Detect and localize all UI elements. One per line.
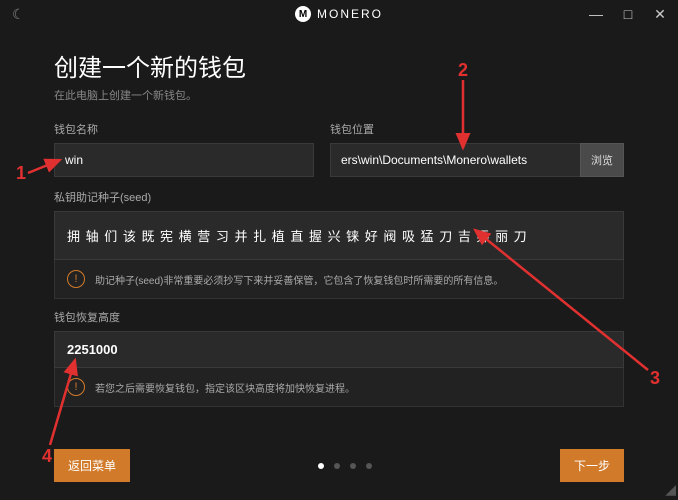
wallet-name-input[interactable]: [54, 143, 314, 177]
titlebar: ☾ M MONERO — □ ✕: [0, 0, 678, 28]
browse-button[interactable]: 浏览: [580, 143, 624, 177]
footer: 返回菜单 下一步: [54, 449, 624, 482]
seed-info-text: 助记种子(seed)非常重要必须抄写下来并妥善保管，它包含了恢复钱包时所需要的所…: [95, 272, 503, 287]
minimize-button[interactable]: —: [586, 4, 606, 24]
theme-moon-icon[interactable]: ☾: [8, 6, 25, 23]
close-button[interactable]: ✕: [650, 4, 670, 24]
next-button[interactable]: 下一步: [560, 449, 624, 482]
restore-height-info-text: 若您之后需要恢复钱包，指定该区块高度将加快恢复进程。: [95, 380, 355, 395]
warning-icon: !: [67, 270, 85, 288]
page-subtitle: 在此电脑上创建一个新钱包。: [54, 87, 624, 103]
step-dot-3[interactable]: [350, 463, 356, 469]
restore-height-info-box: ! 若您之后需要恢复钱包，指定该区块高度将加快恢复进程。: [54, 368, 624, 407]
main-content: 创建一个新的钱包 在此电脑上创建一个新钱包。 钱包名称 钱包位置 浏览 私钥助记…: [0, 28, 678, 407]
back-button[interactable]: 返回菜单: [54, 449, 130, 482]
restore-height-label: 钱包恢复高度: [54, 309, 624, 325]
step-dots: [318, 463, 372, 469]
seed-phrase-box[interactable]: 拥 轴 们 该 既 宪 横 营 习 并 扎 植 直 握 兴 铼 好 阀 吸 猛 …: [54, 211, 624, 260]
app-logo-icon: M: [295, 6, 311, 22]
resize-grip-icon[interactable]: ◢: [665, 481, 676, 498]
seed-info-box: ! 助记种子(seed)非常重要必须抄写下来并妥善保管，它包含了恢复钱包时所需要…: [54, 260, 624, 299]
step-dot-1[interactable]: [318, 463, 324, 469]
restore-height-input[interactable]: [54, 331, 624, 368]
wallet-location-label: 钱包位置: [330, 121, 624, 137]
wallet-name-label: 钱包名称: [54, 121, 314, 137]
wallet-location-input[interactable]: [330, 143, 580, 177]
page-title: 创建一个新的钱包: [54, 48, 624, 83]
step-dot-4[interactable]: [366, 463, 372, 469]
step-dot-2[interactable]: [334, 463, 340, 469]
maximize-button[interactable]: □: [618, 4, 638, 24]
app-title: MONERO: [317, 7, 383, 21]
warning-icon: !: [67, 378, 85, 396]
annotation-4: 4: [42, 446, 52, 467]
seed-label: 私钥助记种子(seed): [54, 189, 624, 205]
